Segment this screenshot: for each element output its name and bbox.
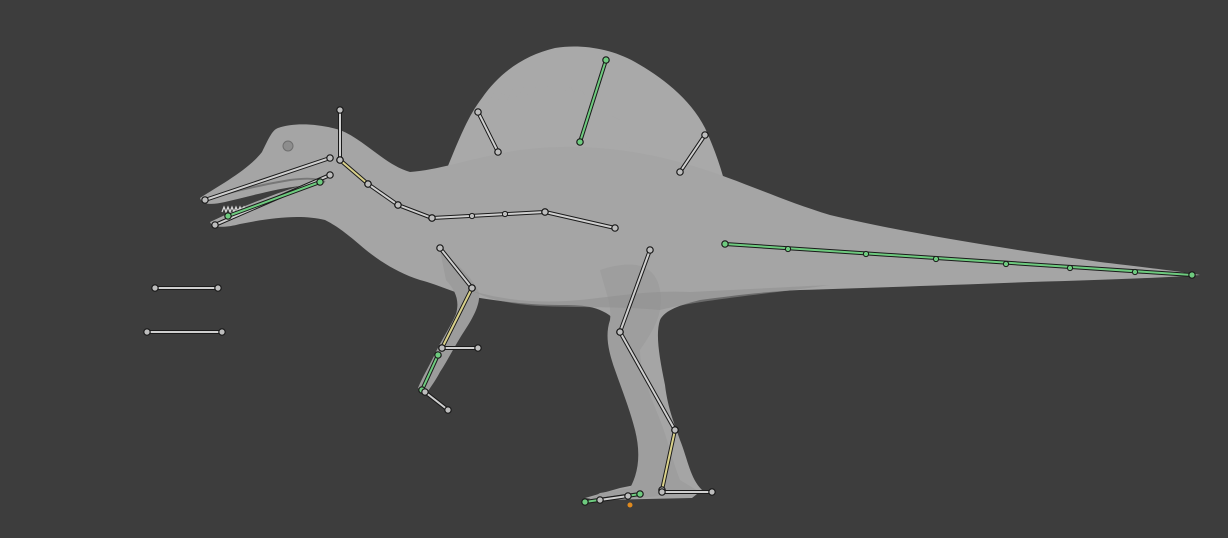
bone-toe-2-head-joint[interactable] bbox=[636, 490, 644, 498]
bone-jaw-lower-head-joint[interactable] bbox=[326, 171, 334, 179]
bone-arm-hand-head-joint[interactable] bbox=[438, 344, 446, 352]
origin-marker[interactable] bbox=[627, 502, 633, 508]
bone-spine-1-head-joint[interactable] bbox=[428, 214, 436, 222]
viewport-canvas[interactable] bbox=[0, 0, 1228, 538]
bone-ik-target-1-head-joint[interactable] bbox=[151, 284, 159, 292]
bone-neck-1-head-joint[interactable] bbox=[336, 156, 344, 164]
bone-tongue-tail-joint[interactable] bbox=[224, 212, 232, 220]
bone-sail-3-head-joint[interactable] bbox=[701, 131, 709, 139]
bone-arm-finger-head-joint[interactable] bbox=[434, 351, 442, 359]
tail-vertebra-joint-5[interactable] bbox=[1066, 264, 1074, 272]
bone-foot-head-joint[interactable] bbox=[671, 426, 679, 434]
bone-spine-2-tail-joint[interactable] bbox=[611, 224, 619, 232]
bone-toe-1-head-joint[interactable] bbox=[658, 488, 666, 496]
bone-sail-2-tail-joint[interactable] bbox=[576, 138, 584, 146]
bone-toe-3-head-joint[interactable] bbox=[624, 492, 632, 500]
bone-toe-1-tail-joint[interactable] bbox=[708, 488, 716, 496]
bone-sail-3-tail-joint[interactable] bbox=[676, 168, 684, 176]
bone-arm-claw-head-joint[interactable] bbox=[421, 388, 429, 396]
bone-thigh-head-joint[interactable] bbox=[646, 246, 654, 254]
bone-arm-lower-head-joint[interactable] bbox=[468, 284, 476, 292]
bone-sail-1-tail-joint[interactable] bbox=[494, 148, 502, 156]
bone-toe-3-tail-joint[interactable] bbox=[596, 496, 604, 504]
bone-neck-3-head-joint[interactable] bbox=[394, 201, 402, 209]
bone-sail-1-head-joint[interactable] bbox=[474, 108, 482, 116]
bone-ik-target-2-tail-joint[interactable] bbox=[218, 328, 226, 336]
eye-socket bbox=[282, 140, 294, 152]
bone-shin-head-joint[interactable] bbox=[616, 328, 624, 336]
bone-tail-tail-joint[interactable] bbox=[1188, 271, 1196, 279]
bone-arm-claw-tail-joint[interactable] bbox=[444, 406, 452, 414]
tail-vertebra-joint-3[interactable] bbox=[932, 255, 940, 263]
tail-vertebra-joint-1[interactable] bbox=[784, 245, 792, 253]
3d-viewport[interactable] bbox=[0, 0, 1228, 538]
tail-vertebra-joint-6[interactable] bbox=[1131, 268, 1139, 276]
tail-vertebra-joint-2[interactable] bbox=[862, 250, 870, 258]
spine-vertebra-joint-1[interactable] bbox=[468, 212, 476, 220]
tail-vertebra-joint-4[interactable] bbox=[1002, 260, 1010, 268]
spine-vertebra-joint-2[interactable] bbox=[501, 210, 509, 218]
bone-spine-2-head-joint[interactable] bbox=[541, 208, 549, 216]
bone-head-head-joint[interactable] bbox=[336, 106, 344, 114]
bone-arm-upper-head-joint[interactable] bbox=[436, 244, 444, 252]
bone-jaw-upper-head-joint[interactable] bbox=[326, 154, 334, 162]
bone-tongue-head-joint[interactable] bbox=[316, 178, 324, 186]
bone-sail-2-head-joint[interactable] bbox=[602, 56, 610, 64]
bone-neck-2-head-joint[interactable] bbox=[364, 180, 372, 188]
bone-tail-head-joint[interactable] bbox=[721, 240, 729, 248]
bone-ik-target-1-tail-joint[interactable] bbox=[214, 284, 222, 292]
bone-jaw-lower-tail-joint[interactable] bbox=[211, 221, 219, 229]
bone-toe-2-tail-joint[interactable] bbox=[581, 498, 589, 506]
bone-ik-target-2-head-joint[interactable] bbox=[143, 328, 151, 336]
bone-jaw-upper-tail-joint[interactable] bbox=[201, 196, 209, 204]
bone-arm-hand-tail-joint[interactable] bbox=[474, 344, 482, 352]
